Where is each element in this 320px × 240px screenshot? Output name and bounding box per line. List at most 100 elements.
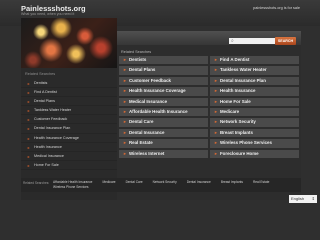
bullet-icon: ► [123,57,127,62]
related-searches-grid: ► Dentists ► Find A Dentist ► Dental Plans … [119,56,299,158]
footer-label: Related Searches: [23,181,50,185]
sidebar-list: ► Dentists ► Find A Dentist ► Dental Plans … [21,79,117,170]
bullet-icon: ► [27,118,31,123]
search-icon: ⌕ [231,38,234,44]
related-link[interactable]: ► Tankless Water Heater [210,66,299,75]
footer-link[interactable]: Network Security [153,180,177,184]
related-link[interactable]: ► Dental Care [119,118,208,127]
domain-for-sale-link[interactable]: painlessshots.org is for sale [253,6,300,10]
related-link-label: Health Insurance Coverage [129,88,186,94]
related-link[interactable]: ► Health Insurance Coverage [119,87,208,96]
related-link-label: Dental Care [129,119,154,125]
chevron-down-icon: ⇕ [311,196,315,201]
bullet-icon: ► [27,136,31,141]
bullet-icon: ► [27,163,31,168]
footer-link[interactable]: Dental Insurance [187,180,211,184]
related-link-label: Affordable Health Insurance [129,108,188,114]
bullet-icon: ► [123,98,127,104]
related-link[interactable]: ► Affordable Health Insurance [119,107,208,117]
sidebar-item[interactable]: ► Customer Feedback [21,115,117,125]
bullet-icon: ► [214,57,218,62]
footer-link[interactable]: Breast Implants [221,180,243,184]
bullet-icon: ► [214,88,218,94]
sidebar-item-label: Health Insurance [34,144,62,149]
bullet-icon: ► [214,108,218,114]
footer-link[interactable]: Wireless Phone Services [53,185,88,189]
related-link-label: Wireless Internet [129,150,165,156]
sidebar-item[interactable]: ► Medical Insurance [21,152,117,161]
sidebar-item[interactable]: ► Health Insurance Coverage [21,134,117,143]
sidebar-item[interactable]: ► Home For Sale [21,161,117,170]
bullet-icon: ► [123,119,127,125]
language-selected-value: English [291,196,305,201]
sidebar-item[interactable]: ► Tankless Water Heater [21,106,117,116]
sidebar-item[interactable]: ► Find A Dentist [21,88,117,98]
related-link-label: Dental Plans [129,67,156,73]
bullet-icon: ► [123,108,127,114]
bullet-icon: ► [123,88,127,94]
bullet-icon: ► [27,109,31,114]
related-link-label: Home For Sale [220,98,251,104]
related-link[interactable]: ► Wireless Phone Services [210,139,299,148]
search-button[interactable]: SEARCH [275,37,296,45]
related-link-label: Dental Insurance Plan [220,77,266,83]
related-link-label: Foreclosure Home [220,150,259,156]
bullet-icon: ► [214,119,218,125]
related-link[interactable]: ► Home For Sale [210,97,299,106]
related-link[interactable]: ► Wireless Internet [119,149,208,158]
related-link[interactable]: ► Medicare [210,107,299,117]
footer-link[interactable]: Real Estate [253,180,269,184]
sidebar-title: Related Searches [25,72,56,76]
related-link-label: Customer Feedback [129,77,171,83]
sidebar-item[interactable]: ► Dental Insurance Plan [21,124,117,134]
bullet-icon: ► [123,67,127,73]
bullet-icon: ► [123,140,127,146]
sidebar-item-label: Health Insurance Coverage [34,135,79,140]
search-input[interactable] [229,38,279,44]
related-link-label: Network Security [220,119,256,125]
related-link-label: Tankless Water Heater [220,67,267,73]
sidebar-item-label: Find A Dentist [34,90,57,95]
related-link[interactable]: ► Health Insurance [210,87,299,96]
footer-link[interactable]: Medicare [102,180,115,184]
bullet-icon: ► [214,150,218,156]
related-link[interactable]: ► Network Security [210,118,299,127]
related-link[interactable]: ► Dental Insurance Plan [210,76,299,86]
related-link-label: Real Estate [129,140,153,146]
footer-link[interactable]: Affordable Health Insurance [53,180,92,184]
related-link-label: Health Insurance [220,88,256,94]
footer-links: Affordable Health Insurance Medicare Den… [53,180,299,189]
related-link-label: Breast Implants [220,129,253,135]
related-link[interactable]: ► Foreclosure Home [210,149,299,158]
sidebar-item-label: Home For Sale [34,162,59,167]
bullet-icon: ► [214,140,218,146]
bullet-icon: ► [27,145,31,150]
related-link-label: Dental Insurance [129,129,165,135]
related-link[interactable]: ► Medical Insurance [119,97,208,106]
sidebar-item[interactable]: ► Health Insurance [21,143,117,152]
sidebar-item-label: Dental Plans [34,99,55,104]
bullet-icon: ► [27,154,31,159]
footer-link[interactable]: Dental Care [126,180,143,184]
sidebar-item[interactable]: ► Dental Plans [21,97,117,107]
hero-bokeh-image [21,18,117,68]
bullet-icon: ► [123,129,127,135]
bullet-icon: ► [123,77,127,83]
related-link[interactable]: ► Dental Insurance [119,128,208,138]
sidebar-item-label: Dental Insurance Plan [34,126,71,131]
related-link[interactable]: ► Find A Dentist [210,56,299,65]
related-link[interactable]: ► Real Estate [119,139,208,148]
footer-related-searches: Related Searches: Affordable Health Insu… [21,178,301,192]
bullet-icon: ► [214,67,218,73]
related-link[interactable]: ► Dentists [119,56,208,65]
related-link[interactable]: ► Dental Plans [119,66,208,75]
related-link[interactable]: ► Breast Implants [210,128,299,138]
related-searches-panel: Related Searches ► Dentists ► Find A Denti… [117,45,301,200]
bullet-icon: ► [27,82,31,86]
language-select[interactable]: English ⇕ [289,195,317,203]
related-searches-title: Related Searches [121,50,152,54]
related-link[interactable]: ► Customer Feedback [119,76,208,86]
related-link-label: Find A Dentist [220,57,250,62]
bullet-icon: ► [214,98,218,104]
sidebar-item[interactable]: ► Dentists [21,79,117,89]
